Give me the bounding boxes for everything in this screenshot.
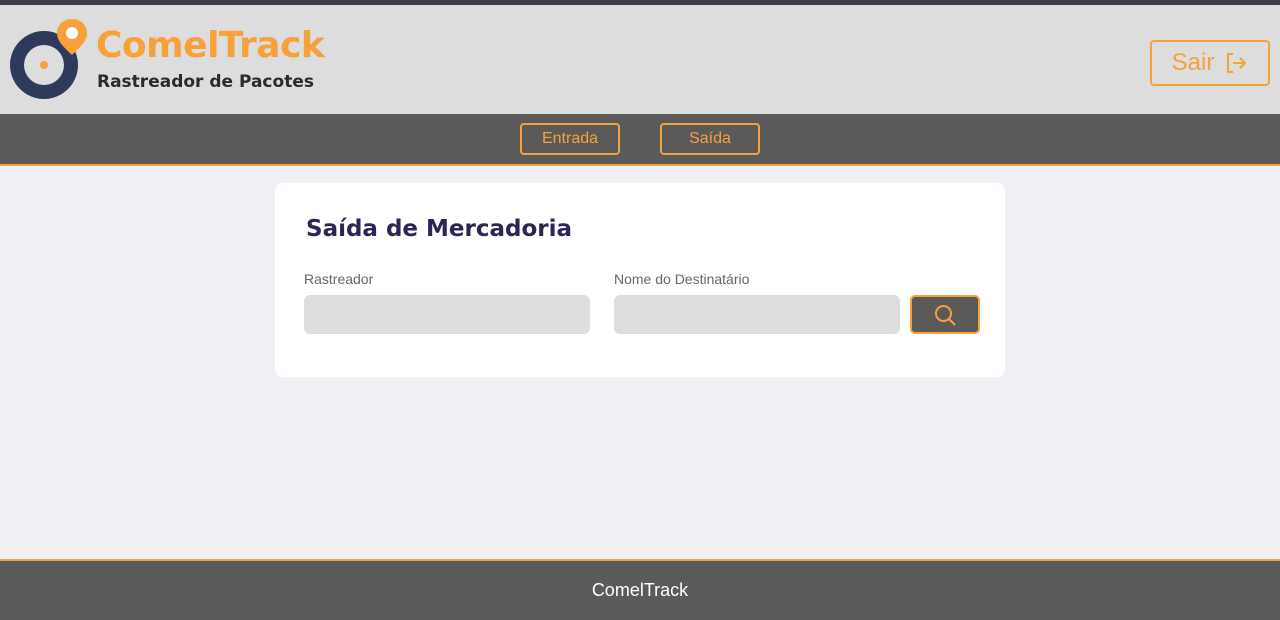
outgoing-form-card: Saída de Mercadoria Rastreador Nome do D…: [275, 183, 1005, 377]
location-pin-disc-logo-icon: [10, 19, 87, 99]
nav-saida-button[interactable]: Saída: [660, 123, 760, 155]
rastreador-label: Rastreador: [304, 271, 374, 287]
logout-label: Sair: [1171, 49, 1215, 76]
destinatario-label: Nome do Destinatário: [614, 271, 750, 287]
nav-entrada-button[interactable]: Entrada: [520, 123, 620, 155]
main-nav: Entrada Saída: [0, 114, 1280, 166]
brand-name: ComelTrack: [96, 25, 325, 66]
destinatario-input[interactable]: [614, 295, 900, 334]
logout-icon: [1227, 53, 1247, 73]
search-button[interactable]: [910, 295, 980, 334]
rastreador-input[interactable]: [304, 295, 590, 334]
brand-subtitle: Rastreador de Pacotes: [97, 72, 314, 92]
logo: [10, 15, 90, 105]
logout-button[interactable]: Sair: [1150, 40, 1270, 86]
app-footer: ComelTrack: [0, 559, 1280, 620]
app-header: ComelTrack Rastreador de Pacotes Sair: [0, 5, 1280, 114]
page-title: Saída de Mercadoria: [306, 216, 573, 242]
search-icon: [935, 304, 956, 325]
footer-text: ComelTrack: [591, 580, 689, 600]
